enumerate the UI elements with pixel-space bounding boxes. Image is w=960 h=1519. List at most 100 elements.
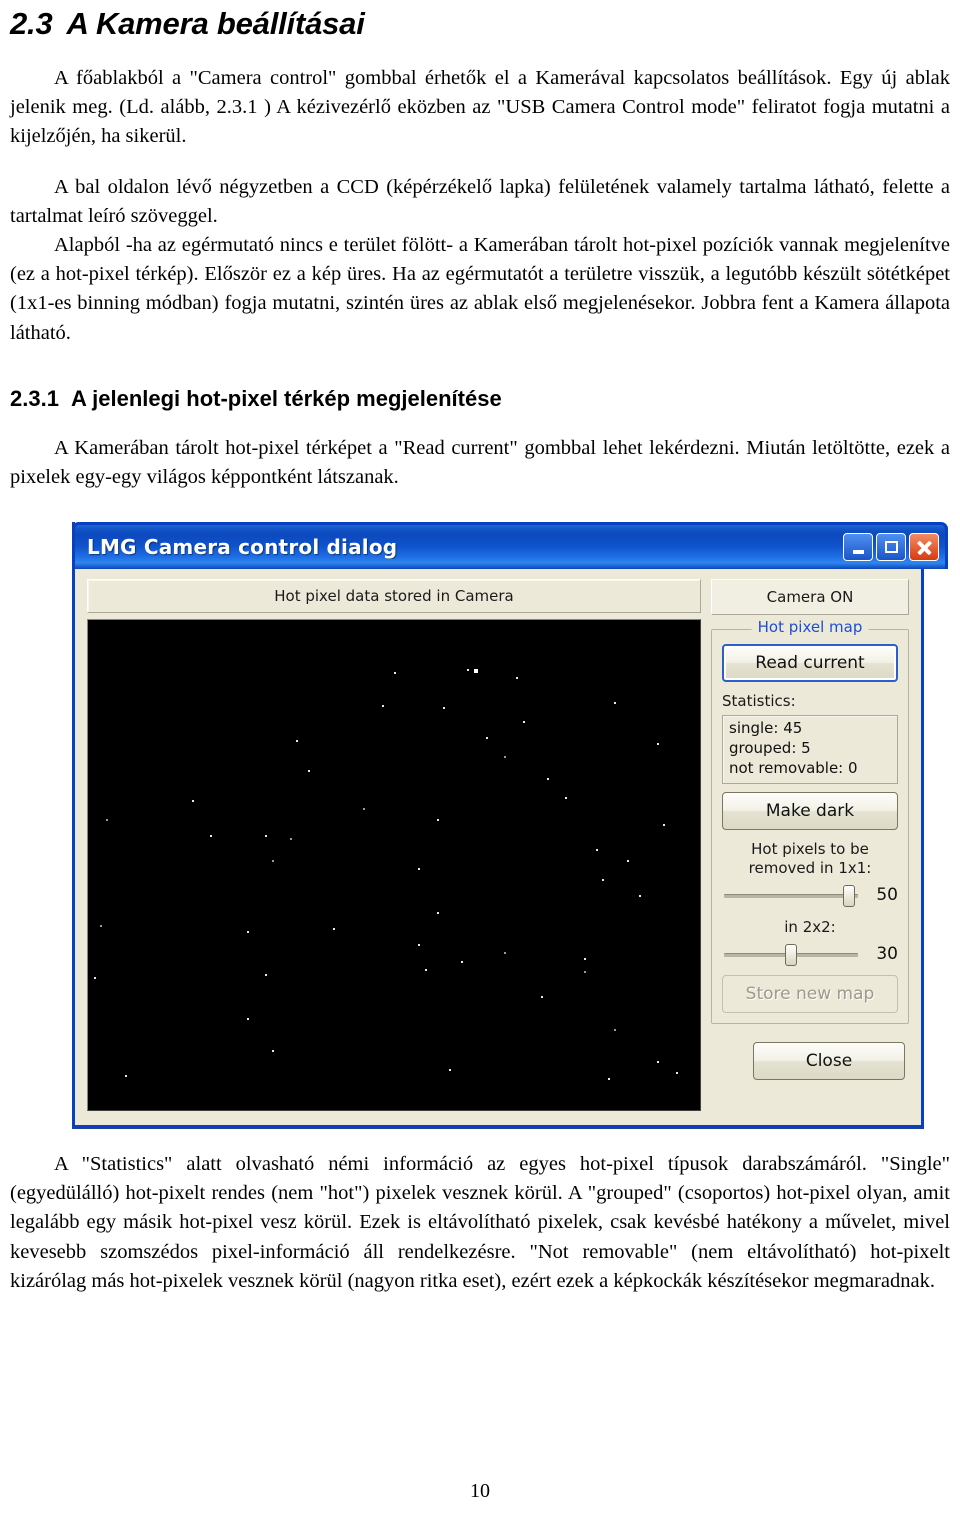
hot-pixel-dot [381, 704, 384, 707]
hot-pixel-dot [106, 818, 109, 821]
slider-2x2-thumb[interactable] [785, 943, 797, 966]
statistics-label: Statistics: [722, 692, 796, 711]
hot-pixel-dot [247, 1017, 250, 1020]
image-caption: Hot pixel data stored in Camera [87, 579, 701, 614]
hot-pixel-dot [265, 974, 268, 977]
stat-single: single: 45 [729, 718, 803, 737]
dialog-body: Hot pixel data stored in Camera Camera O… [75, 569, 921, 1126]
statistics-box: single: 45 grouped: 5 not removable: 0 [722, 714, 898, 785]
hot-pixel-dot [296, 740, 299, 742]
camera-control-dialog: LMG Camera control dialog Hot pixel data… [72, 522, 948, 1129]
hot-pixel-dot [602, 878, 605, 881]
store-new-map-button[interactable]: Store new map [722, 974, 898, 1013]
make-dark-button[interactable]: Make dark [722, 792, 898, 831]
section-title-text: A Kamera beállításai [66, 6, 365, 41]
hot-pixel-dot [247, 930, 250, 933]
stat-not-removable: not removable: 0 [729, 758, 858, 777]
section-number: 2.3 [10, 6, 53, 41]
hot-pixel-dot [540, 995, 543, 998]
hot-pixel-dot [626, 859, 629, 862]
hot-pixel-dot [424, 968, 427, 971]
hot-pixel-dot [308, 769, 311, 772]
dialog-title: LMG Camera control dialog [87, 535, 398, 560]
hot-pixel-dot [394, 671, 396, 674]
camera-control-dialog-figure: LMG Camera control dialog Hot pixel data… [72, 522, 950, 1129]
hot-pixel-dot [449, 1069, 452, 1072]
slider-2x2-label: in 2x2: [784, 917, 836, 936]
slider-2x2-row: 30 [722, 941, 898, 967]
close-button[interactable]: Close [753, 1041, 905, 1080]
slider-1x1[interactable] [722, 882, 860, 908]
page-number: 10 [470, 1480, 490, 1502]
slider-2x2[interactable] [722, 941, 860, 967]
hot-pixel-dot [516, 677, 519, 680]
hot-pixel-dot [332, 927, 335, 930]
controls-panel: Camera ON Hot pixel map Read current Sta… [711, 579, 909, 1111]
hot-pixel-dot [467, 669, 470, 672]
hot-pixel-dot [363, 808, 366, 811]
paragraph-statistics-explanation: A "Statistics" alatt olvasható némi info… [10, 1153, 950, 1292]
hot-pixel-dot [522, 720, 525, 723]
hot-pixel-dot [271, 859, 274, 862]
hot-pixel-dot [210, 835, 213, 838]
hot-pixel-dot [461, 960, 464, 963]
hot-pixel-map-group-label: Hot pixel map [751, 618, 869, 637]
subsection-title-text: A jelenlegi hot-pixel térkép megjeleníté… [70, 385, 502, 411]
hot-pixel-dot [614, 701, 617, 704]
dialog-footer: Close [711, 1041, 909, 1080]
hot-pixel-dot [614, 1028, 617, 1031]
hot-pixel-dot [547, 778, 549, 781]
hot-pixel-dot [436, 818, 439, 821]
slider-1x1-label: Hot pixels to be removed in 1x1: [748, 840, 872, 878]
slider-2x2-value: 30 [876, 943, 898, 964]
hot-pixel-dot [124, 1074, 127, 1077]
hot-pixel-dot [265, 835, 268, 838]
hot-pixel-dot [657, 742, 660, 745]
subsection-number: 2.3.1 [10, 385, 59, 411]
hot-pixel-dot [473, 669, 478, 674]
slider-1x1-track [724, 893, 858, 898]
stat-grouped: grouped: 5 [729, 738, 811, 757]
hot-pixel-dot [418, 867, 421, 870]
hot-pixel-dot [595, 848, 598, 851]
hot-pixel-dot [436, 911, 439, 914]
window-controls [843, 533, 939, 562]
hot-pixel-dot [504, 756, 507, 759]
page-title: 2.3 A Kamera beállításai [10, 6, 950, 42]
document-page: 2.3 A Kamera beállításai A főablakból a "… [0, 0, 960, 1519]
read-current-button[interactable]: Read current [722, 644, 898, 683]
hot-pixel-dot [442, 707, 445, 710]
hot-pixel-map-image[interactable] [87, 619, 701, 1112]
paragraph-intro: A főablakból a "Camera control" gombbal … [10, 66, 950, 147]
hot-pixel-dot [583, 971, 586, 974]
slider-1x1-thumb[interactable] [842, 884, 855, 907]
page-content: 2.3 A Kamera beállításai A főablakból a "… [10, 6, 950, 1296]
maximize-icon[interactable] [876, 533, 906, 562]
hot-pixel-dot [638, 895, 641, 898]
camera-status-badge: Camera ON [711, 579, 909, 616]
slider-1x1-value: 50 [876, 884, 898, 905]
hot-pixel-dot [608, 1077, 611, 1080]
hot-pixel-dot [675, 1072, 678, 1075]
hot-pixel-dot [504, 952, 507, 955]
image-panel: Hot pixel data stored in Camera [87, 579, 701, 1112]
hot-pixel-dot [657, 1061, 660, 1064]
hot-pixel-dot [663, 824, 666, 827]
slider-1x1-row: 50 [722, 882, 898, 908]
hot-pixel-dot [485, 737, 488, 740]
hot-pixel-dot [583, 957, 586, 960]
paragraph-ccd-description: A bal oldalon lévő négyzetben a CCD (kép… [10, 175, 950, 228]
paragraph-read-current: A Kamerában tárolt hot-pixel térképet a … [10, 437, 950, 489]
hot-pixel-dot [100, 925, 103, 928]
hot-pixel-dot [271, 1050, 274, 1053]
paragraph-hotpixel-default: Alapból -ha az egérmutató nincs e terüle… [10, 234, 950, 344]
dialog-titlebar[interactable]: LMG Camera control dialog [72, 522, 948, 570]
subsection-heading: 2.3.1 A jelenlegi hot-pixel térkép megjel… [10, 386, 950, 412]
minimize-icon[interactable] [843, 533, 873, 562]
close-icon[interactable] [909, 533, 939, 562]
hot-pixel-dot [94, 976, 97, 979]
hot-pixel-dot [565, 797, 568, 800]
hot-pixel-map-group: Hot pixel map Read current Statistics: s… [711, 618, 909, 1024]
hot-pixel-dot [418, 944, 421, 947]
hot-pixel-dot [192, 799, 195, 802]
